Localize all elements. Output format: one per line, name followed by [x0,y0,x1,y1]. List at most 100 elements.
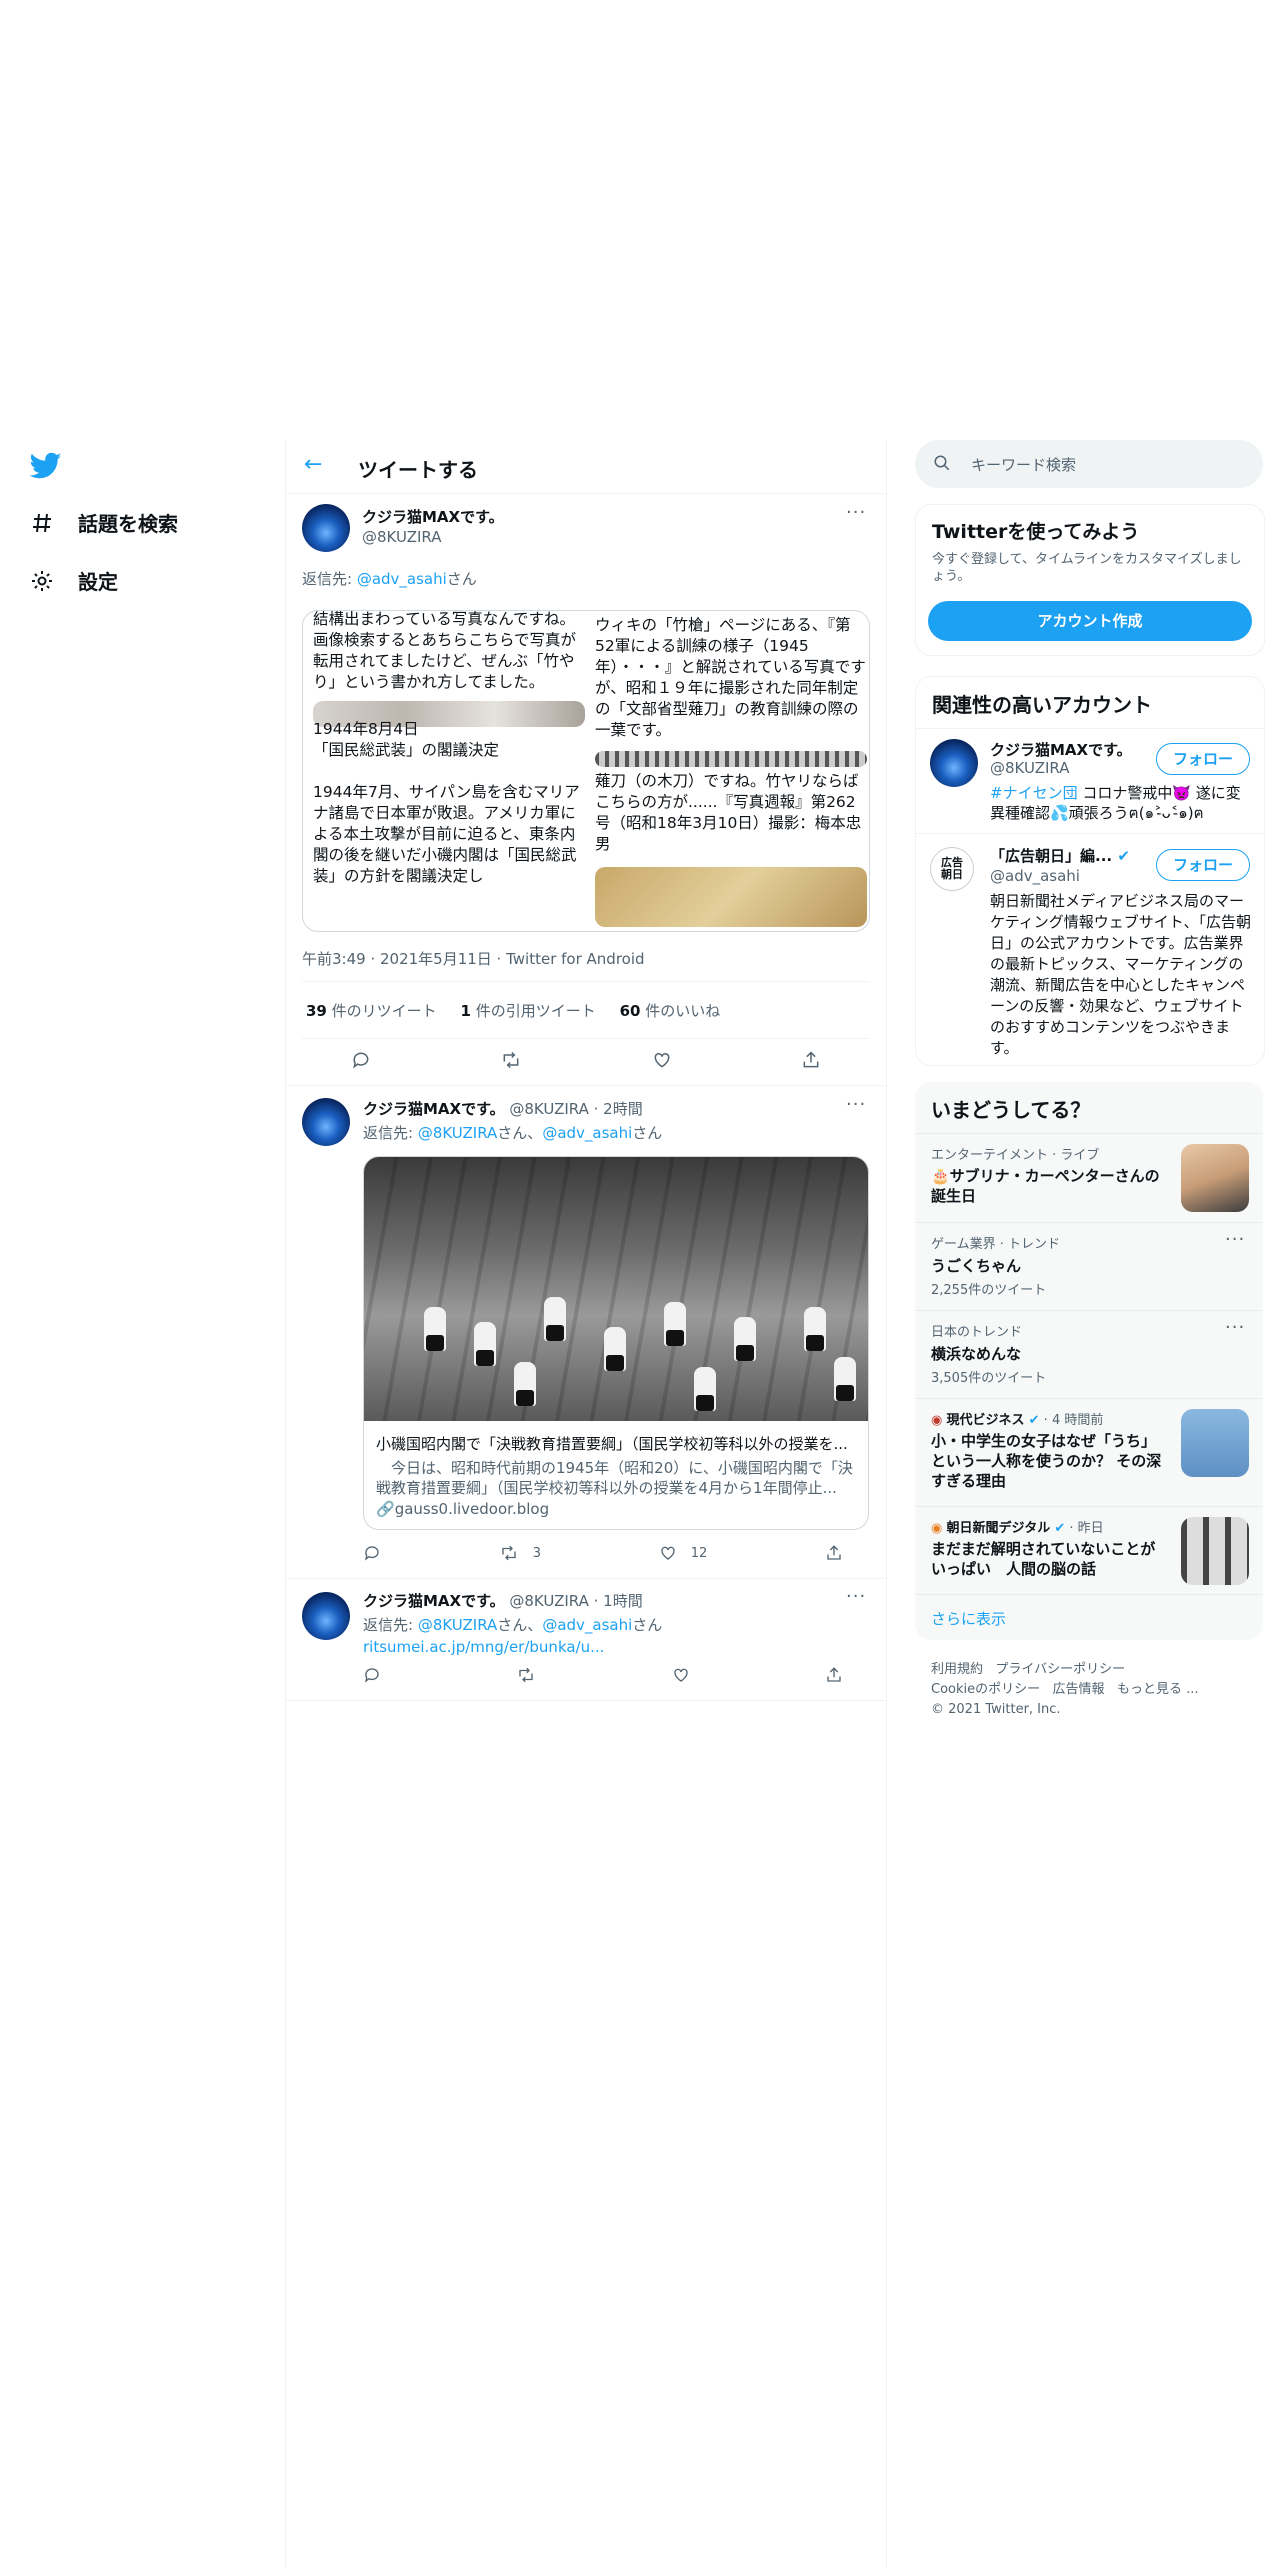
news-thumbnail [1181,1409,1249,1477]
retweet-stat[interactable]: 39 件のリツイート [306,1002,437,1020]
reply1-reply-icon[interactable] [363,1544,381,1562]
reply1-share-icon[interactable] [825,1544,843,1562]
create-account-button[interactable]: アカウント作成 [928,601,1252,641]
verified-icon: ✔ [1117,847,1130,865]
page-title: ツイートする [358,458,478,482]
related-title: 関連性の高いアカウント [932,693,1152,717]
related-handle-1[interactable]: @8KUZIRA [990,759,1069,777]
reply1-name[interactable]: クジラ猫MAXです。 [363,1100,505,1118]
cookie-link[interactable]: Cookieのポリシー [931,1682,1040,1697]
main-tweet-handle[interactable]: @8KUZIRA [362,528,441,546]
reply1-time[interactable]: · 2時間 [589,1100,643,1118]
main-tweet-name[interactable]: クジラ猫MAXです。 [362,506,504,527]
search-box[interactable]: キーワード検索 [915,440,1263,488]
follow-button-1[interactable]: フォロー [1156,743,1250,775]
back-arrow-icon[interactable]: ← [304,452,322,477]
footer: 利用規約 プライバシーポリシー Cookieのポリシー 広告情報 もっと見る .… [931,1660,1198,1720]
trend-item[interactable]: ゲーム業界 · トレンド うごくちゃん 2,255件のツイート ··· [915,1223,1263,1311]
related-avatar-2[interactable]: 広告朝日 [930,847,974,891]
reply1-link-2[interactable]: @adv_asahi [542,1124,632,1142]
news-item[interactable]: ◉ 現代ビジネス ✔ · 4 時間前 小・中学生の女子はなぜ「うち」という一人称… [915,1399,1263,1507]
hashtag-icon [28,509,56,537]
more-icon[interactable]: ··· [846,502,866,523]
reply1-retweet-count: 3 [532,1545,541,1561]
copyright: © 2021 Twitter, Inc. [931,1702,1061,1717]
card-left-text-1: 結構出まわっている写真なんですね。 画像検索するとあちらこちらで写真が転用されて… [313,610,577,691]
privacy-link[interactable]: プライバシーポリシー [995,1662,1125,1677]
twitter-logo-icon[interactable] [29,452,62,484]
reply2-actions [363,1666,843,1684]
related-name-1[interactable]: クジラ猫MAXです。 [990,739,1132,760]
retweet-icon[interactable] [500,1050,522,1070]
link-preview-photo [364,1157,868,1421]
ads-info-link[interactable]: 広告情報 [1053,1682,1105,1697]
reply1-handle[interactable]: @8KUZIRA [509,1100,588,1118]
source-icon: ◉ [931,1521,943,1536]
main-column: ← ツイートする クジラ猫MAXです。 @8KUZIRA ··· 返信先: @a… [285,440,887,2568]
card-right-photo-2 [595,867,867,927]
reply2-time[interactable]: · 1時間 [589,1592,643,1610]
share-icon[interactable] [801,1050,821,1070]
link-preview-card[interactable]: 小磯国昭内閣で「決戦教育措置要綱」（国民学校初等科以外の授業を... 今日は、昭… [363,1156,869,1530]
reply1-more-icon[interactable]: ··· [846,1094,866,1115]
source-icon: ◉ [931,1413,943,1428]
trends-title: いまどうしてる？ [931,1098,1091,1122]
reply2-like-icon[interactable] [672,1666,690,1684]
reply2-avatar[interactable] [302,1592,350,1640]
related-accounts-box: 関連性の高いアカウント クジラ猫MAXです。 @8KUZIRA フォロー #ナイ… [915,676,1265,1066]
search-placeholder[interactable]: キーワード検索 [971,454,1076,475]
follow-button-2[interactable]: フォロー [1156,849,1250,881]
reply2-handle[interactable]: @8KUZIRA [509,1592,588,1610]
reply2-reply-icon[interactable] [363,1666,381,1684]
quote-stat[interactable]: 1 件の引用ツイート [461,1002,596,1020]
show-more-link[interactable]: さらに表示 [931,1608,1006,1629]
reply2-share-icon[interactable] [825,1666,843,1684]
trend-more-icon[interactable]: ··· [1225,1317,1245,1338]
terms-link[interactable]: 利用規約 [931,1662,983,1677]
related-bio-1: #ナイセン団 コロナ警戒中👿 遂に変異種確認💦頑張ろうฅ(๑˃̵ᴗ˂̵๑)ฅ [990,784,1241,822]
news-item[interactable]: ◉ 朝日新聞デジタル ✔ · 昨日 まだまだ解明されていないことがいっぱい 人間… [915,1507,1263,1595]
nav-explore[interactable]: 話題を検索 [28,508,178,537]
reply1-link-1[interactable]: @8KUZIRA [418,1124,497,1142]
reply2-url[interactable]: ritsumei.ac.jp/mng/er/bunka/u... [363,1638,604,1656]
signup-desc: 今すぐ登録して、タイムラインをカスタマイズしましょう。 [932,552,1242,584]
reply-icon[interactable] [351,1050,371,1070]
related-bio-2: 朝日新聞社メディアビジネス局のマーケティング情報ウェブサイト、「広告朝日」の公式… [990,892,1252,1057]
page-header: ← ツイートする [286,440,886,494]
reply2-name[interactable]: クジラ猫MAXです。 [363,1592,505,1610]
tweet-timestamp[interactable]: 午前3:49 · 2021年5月11日 · Twitter for Androi… [302,948,645,969]
trend-item[interactable]: 日本のトレンド 横浜なめんな 3,505件のツイート ··· [915,1311,1263,1399]
related-avatar-1[interactable] [930,739,978,787]
more-link[interactable]: もっと見る ... [1117,1682,1199,1697]
reply1-like-icon[interactable]: 12 [659,1544,707,1562]
reply2-retweet-icon[interactable] [516,1666,536,1684]
reply1-actions: 3 12 [363,1544,843,1562]
reply2-link-2[interactable]: @adv_asahi [542,1616,632,1634]
search-icon [933,454,951,476]
main-tweet-avatar[interactable] [302,504,350,552]
reply2-reply-to: 返信先: @8KUZIRAさん、@adv_asahiさん [363,1616,663,1634]
trend-thumbnail [1181,1144,1249,1212]
trend-more-icon[interactable]: ··· [1225,1229,1245,1250]
reply1-avatar[interactable] [302,1098,350,1146]
card-left-text-2: 1944年8月4日 「国民総武装」の閣議決定 1944年7月、サイパン島を含むマ… [313,720,580,885]
reply-to-link[interactable]: @adv_asahi [357,570,447,588]
reply1-retweet-icon[interactable]: 3 [499,1544,541,1562]
card-right-text-1: ウィキの「竹槍」ページにある、『第52軍による訓練の様子（1945年）・・・』と… [595,616,866,739]
embedded-image-card[interactable]: 結構出まわっている写真なんですね。 画像検索するとあちらこちらで写真が転用されて… [302,610,870,932]
related-name-2[interactable]: 「広告朝日」編... ✔ [990,845,1130,866]
reply2-link-1[interactable]: @8KUZIRA [418,1616,497,1634]
reply2-more-icon[interactable]: ··· [846,1586,866,1607]
like-stat[interactable]: 60 件のいいね [620,1002,721,1020]
like-icon[interactable] [652,1050,672,1070]
nav-explore-label: 話題を検索 [78,512,178,536]
link-icon: 🔗 [376,1500,395,1518]
related-handle-2[interactable]: @adv_asahi [990,867,1080,885]
tweet-stats: 39 件のリツイート 1 件の引用ツイート 60 件のいいね [306,1000,720,1021]
reply1-reply-to: 返信先: @8KUZIRAさん、@adv_asahiさん [363,1124,663,1142]
trends-box: いまどうしてる？ エンターテイメント · ライブ 🎂サブリナ・カーペンターさんの… [915,1082,1263,1640]
nav-settings[interactable]: 設定 [28,566,118,595]
link-preview-body: 小磯国昭内閣で「決戦教育措置要綱」（国民学校初等科以外の授業を... 今日は、昭… [364,1421,868,1518]
trend-item[interactable]: エンターテイメント · ライブ 🎂サブリナ・カーペンターさんの誕生日 [915,1134,1263,1222]
hashtag-link[interactable]: #ナイセン団 [990,784,1078,802]
